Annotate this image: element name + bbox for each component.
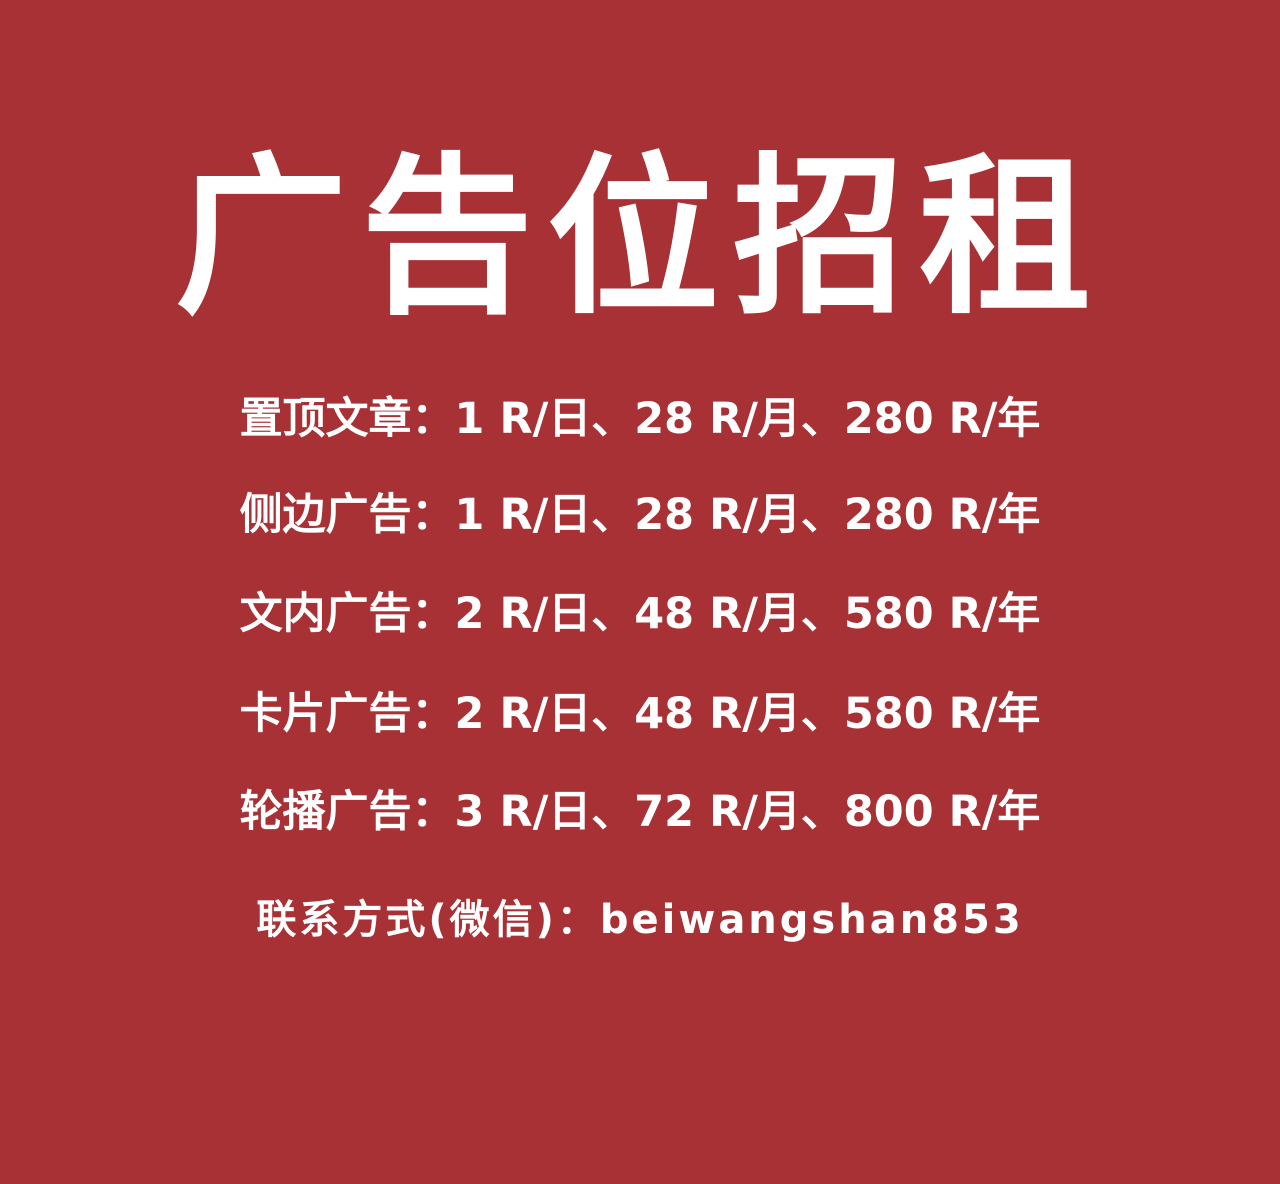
price-row-carousel-ad: 轮播广告：3 R/日、72 R/月、800 R/年 <box>239 787 1041 837</box>
price-row-pinned-article: 置顶文章：1 R/日、28 R/月、280 R/年 <box>239 394 1041 444</box>
ad-space-poster: 广告位招租 置顶文章：1 R/日、28 R/月、280 R/年 侧边广告：1 R… <box>0 0 1280 1184</box>
contact-info: 联系方式(微信)：beiwangshan853 <box>256 897 1024 943</box>
price-row-card-ad: 卡片广告：2 R/日、48 R/月、580 R/年 <box>239 689 1041 739</box>
price-row-in-article-ad: 文内广告：2 R/日、48 R/月、580 R/年 <box>239 589 1041 639</box>
price-list: 置顶文章：1 R/日、28 R/月、280 R/年 侧边广告：1 R/日、28 … <box>0 0 1280 1184</box>
price-row-sidebar-ad: 侧边广告：1 R/日、28 R/月、280 R/年 <box>239 490 1041 540</box>
